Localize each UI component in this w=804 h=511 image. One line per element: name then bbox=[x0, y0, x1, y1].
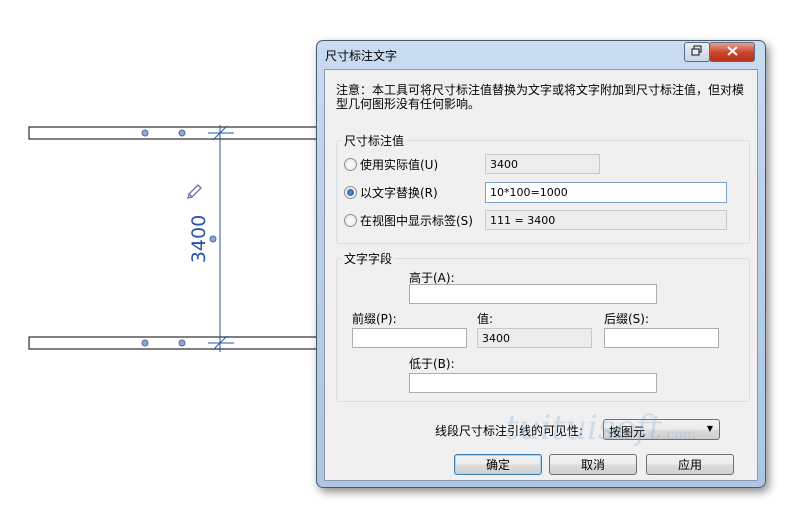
value-field: 3400 bbox=[477, 328, 592, 348]
show-label-in-view-label[interactable]: 在视图中显示标签(S) bbox=[360, 212, 473, 229]
replace-with-text-radio[interactable] bbox=[344, 186, 357, 199]
dialog-title: 尺寸标注文字 bbox=[325, 49, 398, 63]
ok-button[interactable]: 确定 bbox=[454, 454, 542, 475]
close-button[interactable] bbox=[709, 42, 755, 62]
title-bar[interactable]: 尺寸标注文字 bbox=[317, 41, 765, 69]
use-actual-value-label[interactable]: 使用实际值(U) bbox=[360, 156, 438, 173]
below-label: 低于(B): bbox=[409, 357, 455, 371]
prefix-label: 前缀(P): bbox=[352, 312, 397, 326]
text-fields-group-label: 文字字段 bbox=[342, 250, 395, 267]
cancel-button[interactable]: 取消 bbox=[549, 454, 637, 475]
chevron-down-icon: ▼ bbox=[706, 424, 713, 433]
value-label: 值: bbox=[477, 312, 494, 326]
suffix-input[interactable] bbox=[604, 328, 719, 348]
note-text: 注意：本工具可将尺寸标注值替换为文字或将文字附加到尺寸标注值，但对模型几何图形没… bbox=[336, 83, 745, 111]
above-input[interactable] bbox=[409, 284, 657, 304]
watermark-text: tuituisoft bbox=[505, 408, 663, 448]
watermark: tuituisoft.com bbox=[505, 408, 696, 448]
close-icon bbox=[726, 45, 738, 59]
replace-text-input[interactable]: 10*100=1000 bbox=[485, 182, 727, 203]
actual-value-field: 3400 bbox=[485, 154, 600, 174]
pencil-icon[interactable] bbox=[187, 184, 202, 199]
dimension-text[interactable]: 3400 bbox=[188, 215, 210, 263]
prefix-input[interactable] bbox=[352, 328, 467, 348]
show-label-in-view-radio[interactable] bbox=[344, 214, 357, 227]
apply-button[interactable]: 应用 bbox=[646, 454, 734, 475]
use-actual-value-radio[interactable] bbox=[344, 158, 357, 171]
below-input[interactable] bbox=[409, 373, 657, 393]
dimension-value-group-label: 尺寸标注值 bbox=[342, 132, 407, 149]
watermark-suffix: .com bbox=[662, 427, 697, 443]
restore-button[interactable] bbox=[684, 42, 710, 62]
replace-with-text-label[interactable]: 以文字替换(R) bbox=[360, 184, 438, 201]
suffix-label: 后缀(S): bbox=[604, 312, 650, 326]
restore-icon bbox=[691, 45, 703, 59]
label-value-field: 111 = 3400 bbox=[485, 210, 727, 230]
